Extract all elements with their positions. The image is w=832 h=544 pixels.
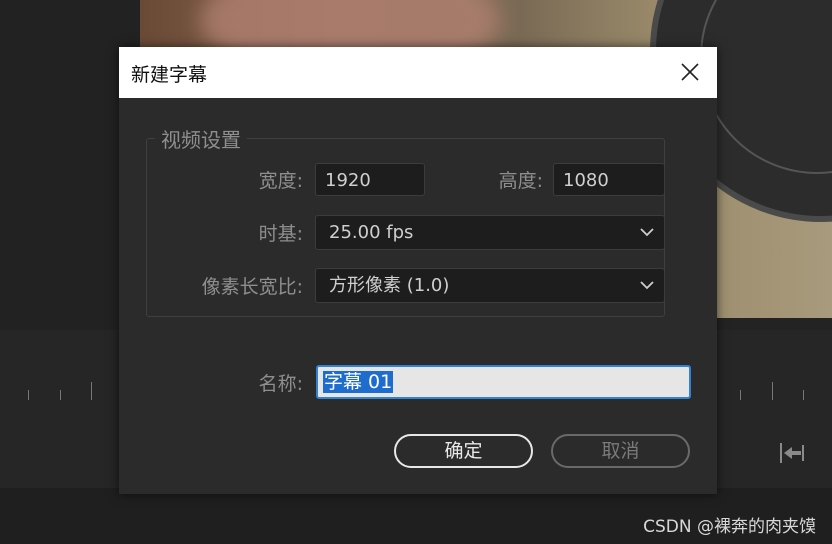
video-settings-legend: 视频设置 bbox=[161, 128, 241, 152]
name-field-value: 字幕 01 bbox=[323, 371, 394, 393]
ok-button[interactable]: 确定 bbox=[394, 434, 533, 468]
timebase-select[interactable]: 25.00 fps bbox=[315, 215, 665, 250]
close-icon bbox=[681, 63, 699, 81]
new-caption-dialog: 新建字幕 视频设置 宽度: 1920 高度: 1080 时基: 25.00 fp… bbox=[119, 47, 717, 494]
name-field[interactable]: 字幕 01 bbox=[316, 365, 691, 399]
timebase-value: 25.00 fps bbox=[329, 222, 414, 243]
ruler-tick bbox=[28, 390, 29, 400]
ruler-tick bbox=[772, 382, 773, 400]
aspect-ratio-label: 像素长宽比: bbox=[201, 276, 303, 298]
width-field[interactable]: 1920 bbox=[315, 163, 425, 196]
height-field[interactable]: 1080 bbox=[553, 163, 665, 196]
dialog-titlebar: 新建字幕 bbox=[119, 47, 717, 98]
go-to-out-point-icon[interactable] bbox=[778, 440, 806, 466]
aspect-ratio-value: 方形像素 (1.0) bbox=[329, 275, 450, 296]
chevron-down-icon bbox=[640, 228, 654, 237]
height-label: 高度: bbox=[498, 170, 543, 192]
cancel-button[interactable]: 取消 bbox=[551, 434, 690, 468]
ruler-tick bbox=[91, 382, 92, 400]
name-label: 名称: bbox=[258, 373, 303, 395]
ruler-tick bbox=[803, 390, 804, 400]
ruler-tick bbox=[60, 390, 61, 400]
aspect-ratio-select[interactable]: 方形像素 (1.0) bbox=[315, 268, 665, 303]
width-label: 宽度: bbox=[258, 170, 303, 192]
chevron-down-icon bbox=[640, 281, 654, 290]
close-button[interactable] bbox=[679, 61, 701, 83]
timebase-label: 时基: bbox=[258, 223, 303, 245]
watermark: CSDN @裸奔的肉夹馍 bbox=[643, 517, 816, 537]
ruler-tick bbox=[740, 390, 741, 400]
dialog-title: 新建字幕 bbox=[131, 64, 208, 86]
